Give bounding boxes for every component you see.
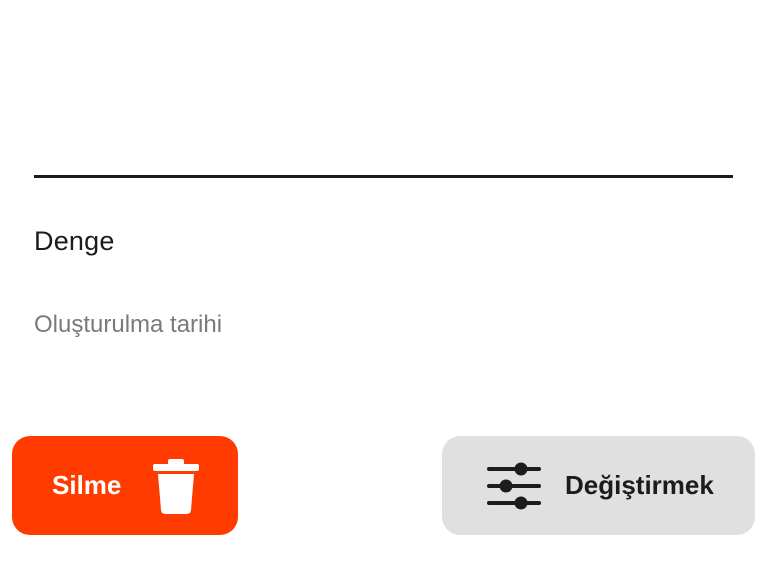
sliders-icon bbox=[487, 461, 541, 511]
detail-page: Denge Oluşturulma tarihi Silme Değiştirm… bbox=[0, 0, 767, 570]
created-date-label: Oluşturulma tarihi bbox=[34, 311, 223, 338]
edit-button[interactable]: Değiştirmek bbox=[442, 436, 755, 535]
edit-button-label: Değiştirmek bbox=[565, 470, 714, 500]
balance-label: Denge bbox=[34, 226, 115, 256]
delete-button-label: Silme bbox=[52, 470, 122, 500]
delete-button[interactable]: Silme bbox=[12, 436, 238, 535]
divider bbox=[34, 175, 733, 178]
trash-icon bbox=[151, 457, 201, 515]
